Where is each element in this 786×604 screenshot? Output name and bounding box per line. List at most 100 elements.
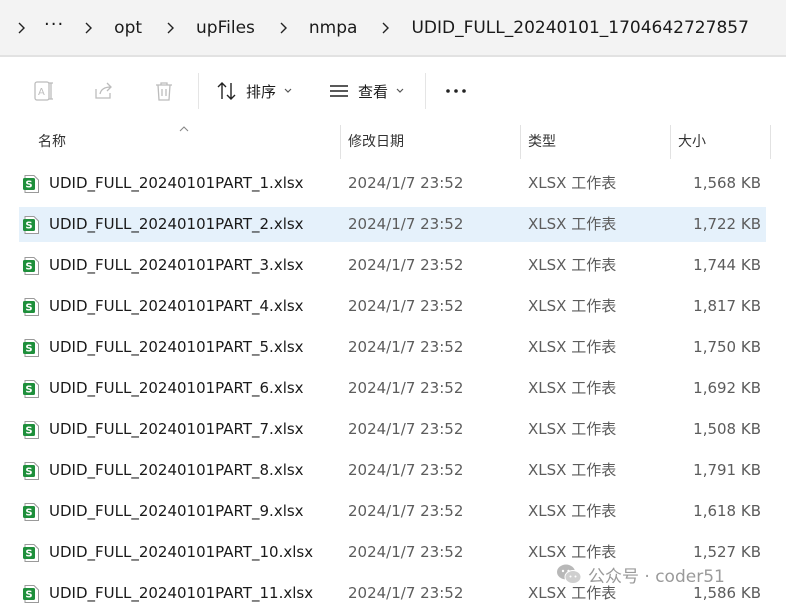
svg-text:S: S [25,467,32,478]
column-header-date[interactable]: 修改日期 [348,125,404,160]
file-row[interactable]: S UDID_FULL_20240101PART_6.xlsx 2024/1/7… [19,371,766,406]
chevron-right-icon[interactable] [273,22,295,34]
file-size: 1,817 KB [693,297,761,315]
file-date: 2024/1/7 23:52 [348,338,464,356]
chevron-down-icon [284,88,292,94]
file-date: 2024/1/7 23:52 [348,420,464,438]
file-type: XLSX 工作表 [528,379,617,397]
column-resize-handle[interactable] [520,125,521,159]
file-type: XLSX 工作表 [528,256,617,274]
file-row[interactable]: S UDID_FULL_20240101PART_9.xlsx 2024/1/7… [19,494,766,529]
excel-file-icon: S [23,298,39,316]
column-header-name[interactable]: 名称 [38,125,66,160]
chevron-down-icon [396,88,404,94]
share-button[interactable] [92,77,116,105]
wechat-icon [557,564,582,584]
file-size: 1,744 KB [693,256,761,274]
toolbar-divider [198,73,199,109]
breadcrumb-item-upfiles[interactable]: upFiles [182,18,273,38]
svg-text:S: S [25,549,32,560]
svg-text:S: S [25,303,32,314]
file-size: 1,508 KB [693,420,761,438]
file-type: XLSX 工作表 [528,174,617,192]
chevron-right-icon[interactable] [375,22,397,34]
column-resize-handle[interactable] [770,125,771,159]
svg-text:S: S [25,426,32,437]
file-date: 2024/1/7 23:52 [348,174,464,192]
more-options-button[interactable] [444,77,468,105]
svg-text:S: S [25,344,32,355]
svg-text:S: S [25,385,32,396]
more-options-icon [444,79,468,103]
file-name: UDID_FULL_20240101PART_8.xlsx [49,461,304,479]
sort-icon [216,80,238,102]
file-row[interactable]: S UDID_FULL_20240101PART_4.xlsx 2024/1/7… [19,289,766,324]
rename-button[interactable]: A [32,77,56,105]
excel-file-icon: S [23,175,39,193]
file-row-selected[interactable]: S UDID_FULL_20240101PART_2.xlsx 2024/1/7… [19,207,766,242]
excel-file-icon: S [23,339,39,357]
svg-text:S: S [25,180,32,191]
svg-text:A: A [38,87,45,98]
more-locations-icon[interactable]: ··· [30,14,78,35]
file-type: XLSX 工作表 [528,461,617,479]
file-type: XLSX 工作表 [528,338,617,356]
file-explorer-window: ··· opt upFiles nmpa UDID_FULL_20240101_… [0,0,786,604]
file-type: XLSX 工作表 [528,502,617,520]
file-type: XLSX 工作表 [528,420,617,438]
trash-icon [152,79,176,103]
file-row[interactable]: S UDID_FULL_20240101PART_7.xlsx 2024/1/7… [19,412,766,447]
file-date: 2024/1/7 23:52 [348,215,464,233]
file-size: 1,692 KB [693,379,761,397]
excel-file-icon: S [23,380,39,398]
watermark-text: 公众号 · coder51 [588,566,725,587]
share-icon [92,79,116,103]
view-button[interactable]: 查看 [328,77,404,105]
file-name: UDID_FULL_20240101PART_9.xlsx [49,502,304,520]
chevron-right-icon[interactable] [14,22,30,34]
file-date: 2024/1/7 23:52 [348,584,464,602]
column-header-size[interactable]: 大小 [678,125,706,160]
chevron-right-icon[interactable] [78,22,100,34]
breadcrumb[interactable]: ··· opt upFiles nmpa UDID_FULL_20240101_… [0,0,786,55]
file-row[interactable]: S UDID_FULL_20240101PART_3.xlsx 2024/1/7… [19,248,766,283]
file-date: 2024/1/7 23:52 [348,461,464,479]
sort-button[interactable]: 排序 [216,77,292,105]
file-size: 1,568 KB [693,174,761,192]
file-name: UDID_FULL_20240101PART_4.xlsx [49,297,304,315]
svg-text:S: S [25,508,32,519]
file-row[interactable]: S UDID_FULL_20240101PART_1.xlsx 2024/1/7… [19,166,766,201]
file-name: UDID_FULL_20240101PART_7.xlsx [49,420,304,438]
file-date: 2024/1/7 23:52 [348,502,464,520]
excel-file-icon: S [23,462,39,480]
excel-file-icon: S [23,544,39,562]
toolbar-divider [425,73,426,109]
watermark: 公众号 · coder51 [556,561,725,587]
sort-label: 排序 [246,82,277,101]
file-name: UDID_FULL_20240101PART_6.xlsx [49,379,304,397]
file-type: XLSX 工作表 [528,297,617,315]
column-resize-handle[interactable] [670,125,671,159]
list-view-icon [328,80,350,102]
sort-ascending-icon [179,121,189,137]
breadcrumb-item-nmpa[interactable]: nmpa [295,18,376,38]
file-date: 2024/1/7 23:52 [348,543,464,561]
breadcrumb-item-current-folder[interactable]: UDID_FULL_20240101_1704642727857 [397,18,766,38]
breadcrumb-item-opt[interactable]: opt [100,18,160,38]
column-resize-handle[interactable] [340,125,341,159]
file-row[interactable]: S UDID_FULL_20240101PART_8.xlsx 2024/1/7… [19,453,766,488]
column-header-type[interactable]: 类型 [528,125,556,160]
file-name: UDID_FULL_20240101PART_1.xlsx [49,174,304,192]
svg-text:S: S [25,262,32,273]
delete-button[interactable] [152,77,176,105]
chevron-right-icon[interactable] [160,22,182,34]
view-label: 查看 [358,82,389,101]
file-size: 1,722 KB [693,215,761,233]
file-date: 2024/1/7 23:52 [348,379,464,397]
excel-file-icon: S [23,257,39,275]
file-date: 2024/1/7 23:52 [348,256,464,274]
file-type: XLSX 工作表 [528,215,617,233]
excel-file-icon: S [23,503,39,521]
file-row[interactable]: S UDID_FULL_20240101PART_5.xlsx 2024/1/7… [19,330,766,365]
column-header: 名称 修改日期 类型 大小 [0,125,786,160]
